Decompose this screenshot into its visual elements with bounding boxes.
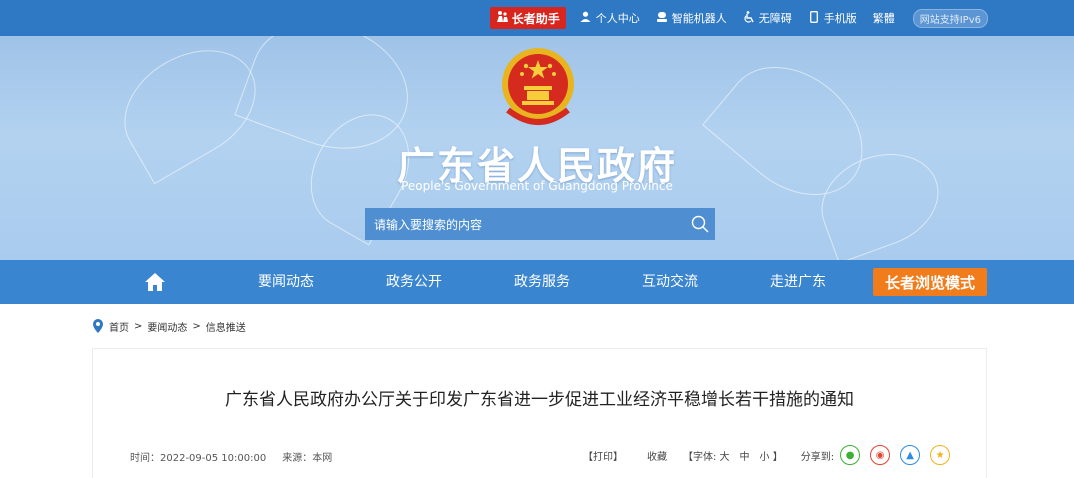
accessibility-icon xyxy=(743,10,755,26)
qq-share-icon[interactable]: ▲ xyxy=(900,445,921,465)
main-nav: 要闻动态 政务公开 政务服务 互动交流 走进广东 长者浏览模式 xyxy=(0,260,1074,304)
mobile-link[interactable]: 手机版 xyxy=(808,10,857,26)
font-size-control[interactable]: 【字体: 大 中 小 】 xyxy=(683,448,783,463)
mobile-label: 手机版 xyxy=(823,12,857,25)
breadcrumb-current[interactable]: 信息推送 xyxy=(206,319,246,334)
article-tools: 【打印】 收藏 【字体: 大 中 小 】 分享到: ● ◉ ▲ ★ xyxy=(583,445,960,465)
elder-mode-button[interactable]: 长者浏览模式 xyxy=(873,268,987,296)
ipv6-badge: 网站支持IPv6 xyxy=(912,8,988,28)
search-icon[interactable] xyxy=(685,208,715,240)
breadcrumb-separator: > xyxy=(134,320,143,332)
traditional-chinese-link[interactable]: 繁體 xyxy=(873,10,895,26)
top-utility-bar: 长者助手 个人中心 智能机器人 无障碍 手机版 繁體 网站支持IPv6 xyxy=(0,0,1074,36)
nav-item-interaction[interactable]: 互动交流 xyxy=(642,260,698,304)
elder-helper-button[interactable]: 长者助手 xyxy=(489,7,566,29)
article-source: 来源：本网 xyxy=(282,453,333,464)
nav-item-guangdong[interactable]: 走进广东 xyxy=(770,260,826,304)
print-button[interactable]: 【打印】 xyxy=(583,448,623,463)
article-panel: 广东省人民政府办公厅关于印发广东省进一步促进工业经济平稳增长若干措施的通知 时间… xyxy=(92,348,987,478)
article-meta: 时间：2022-09-05 10:00:00 来源：本网 xyxy=(130,449,332,464)
search-input[interactable]: 请输入要搜索的内容 xyxy=(374,216,685,233)
breadcrumb-news[interactable]: 要闻动态 xyxy=(147,319,187,334)
elder-helper-icon xyxy=(496,10,509,26)
robot-link[interactable]: 智能机器人 xyxy=(656,10,727,26)
breadcrumb-home[interactable]: 首页 xyxy=(109,319,129,334)
breadcrumb-separator: > xyxy=(192,320,201,332)
robot-icon xyxy=(656,11,668,25)
site-subtitle: People's Government of Guangdong Provinc… xyxy=(401,179,673,193)
breadcrumb: 首页 > 要闻动态 > 信息推送 xyxy=(92,318,246,334)
location-pin-icon xyxy=(93,319,103,333)
nav-item-news[interactable]: 要闻动态 xyxy=(258,260,314,304)
mobile-icon xyxy=(808,10,820,26)
weibo-share-icon[interactable]: ◉ xyxy=(870,445,891,465)
header-banner: 广东省人民政府 People's Government of Guangdong… xyxy=(0,36,1074,260)
home-icon[interactable] xyxy=(144,272,166,292)
nav-item-gov-affairs[interactable]: 政务公开 xyxy=(386,260,442,304)
nav-item-services[interactable]: 政务服务 xyxy=(514,260,570,304)
elder-helper-label: 长者助手 xyxy=(511,11,560,26)
article-title: 广东省人民政府办公厅关于印发广东省进一步促进工业经济平稳增长若干措施的通知 xyxy=(225,390,854,410)
qzone-share-icon[interactable]: ★ xyxy=(930,445,951,465)
robot-label: 智能机器人 xyxy=(671,12,727,25)
accessibility-label: 无障碍 xyxy=(758,12,792,25)
user-icon xyxy=(580,11,592,25)
publish-time: 时间：2022-09-05 10:00:00 xyxy=(130,453,267,464)
search-box[interactable]: 请输入要搜索的内容 xyxy=(365,208,715,240)
wechat-share-icon[interactable]: ● xyxy=(840,445,861,465)
traditional-chinese-label: 繁體 xyxy=(872,12,895,25)
share-label: 分享到: xyxy=(800,451,835,463)
accessibility-link[interactable]: 无障碍 xyxy=(743,10,792,26)
user-center-link[interactable]: 个人中心 xyxy=(580,10,640,26)
user-center-label: 个人中心 xyxy=(595,12,640,25)
national-emblem xyxy=(502,48,574,125)
favorite-button[interactable]: 收藏 xyxy=(647,448,667,463)
